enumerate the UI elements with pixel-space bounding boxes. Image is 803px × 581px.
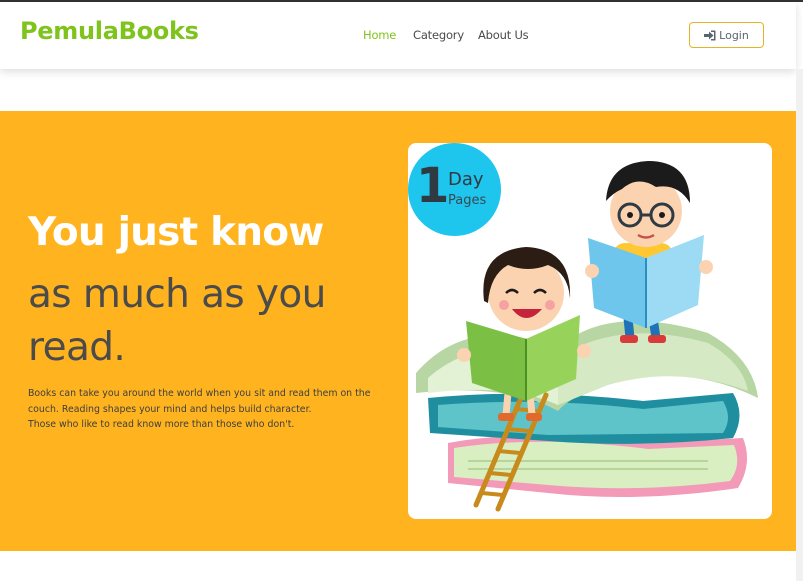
badge-number: 1 <box>416 158 450 214</box>
login-label: Login <box>719 28 749 42</box>
hero-description-line: couch. Reading shapes your mind and help… <box>28 403 312 415</box>
hero-description-line: Books can take you around the world when… <box>28 388 371 399</box>
hero-section: You just know as much as you read. Books… <box>0 111 796 551</box>
nav-link-about[interactable]: About Us <box>478 28 529 42</box>
hero-description-line: Those who like to read know more than th… <box>28 419 295 430</box>
day-pages-badge: 1 Day Pages <box>408 143 501 236</box>
hero-title: You just know <box>28 210 324 255</box>
hero-illustration-card: 1 Day Pages <box>408 143 772 519</box>
navbar: PemulaBooks Home Category About Us Login <box>0 2 796 69</box>
badge-pages-label: Pages <box>448 193 487 208</box>
hero-description: Books can take you around the world when… <box>28 386 398 433</box>
nav-link-home[interactable]: Home <box>363 28 396 42</box>
login-button[interactable]: Login <box>689 22 764 48</box>
hero-subtitle: as much as you read. <box>28 272 326 370</box>
nav-link-category[interactable]: Category <box>413 28 464 42</box>
brand-logo[interactable]: PemulaBooks <box>20 17 199 45</box>
page-scrollbar[interactable] <box>796 69 803 581</box>
badge-day-label: Day <box>448 169 484 190</box>
sign-in-icon <box>704 30 716 40</box>
